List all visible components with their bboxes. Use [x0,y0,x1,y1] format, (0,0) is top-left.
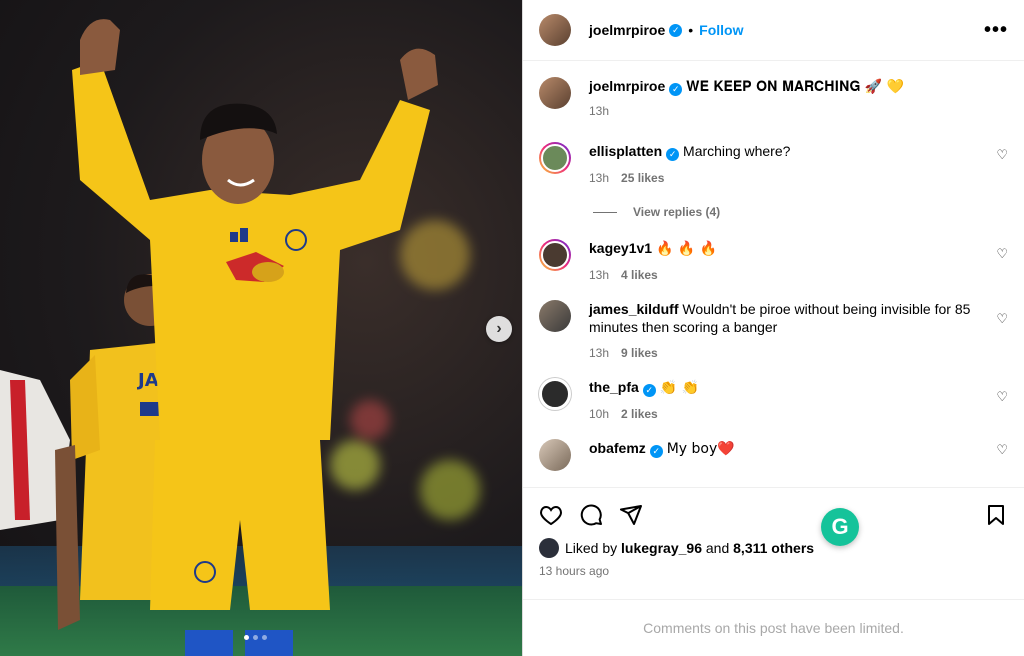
comment-bubble-icon[interactable] [579,503,603,527]
verified-badge-icon: ✓ [642,384,656,397]
comment-username[interactable]: obafemz [589,440,646,456]
comments-list[interactable]: joelmrpiroe ✓ 𝐖𝐄 𝐊𝐄𝐄𝐏 𝐎𝐍 𝐌𝐀𝐑𝐂𝐇𝐈𝐍𝐆 🚀 💛 13h… [523,61,1024,487]
carousel-dots [244,635,267,640]
like-comment-heart-icon[interactable]: ♡ [996,246,1008,262]
follow-button[interactable]: Follow [699,22,743,38]
author-username[interactable]: joelmrpiroe [589,22,665,38]
comment-text: Marching where? [683,143,791,159]
verified-badge-icon: ✓ [666,148,680,161]
liked-by-others[interactable]: 8,311 others [733,540,814,556]
comment-time: 13h [589,171,610,185]
verified-badge-icon: ✓ [669,83,683,96]
post-header: joelmrpiroe ✓ • Follow ••• [523,0,1024,61]
post-actions: Liked by lukegray_96 and 8,311 others 13… [523,487,1024,599]
comment-likes[interactable]: 9 likes [621,346,658,360]
author-avatar[interactable] [539,14,571,46]
comment-time: 13h [589,104,610,118]
grammarly-button[interactable]: G [821,508,859,546]
comment-avatar[interactable] [539,300,571,332]
more-options-icon[interactable]: ••• [984,19,1008,42]
verified-badge-icon: ✓ [649,445,663,458]
comment: the_pfa ✓ 👏 👏 10h 2 likes ♡ [539,362,1008,423]
comment-text: 🔥 🔥 🔥 [655,241,718,257]
comment-avatar[interactable] [539,77,571,109]
comment: ellisplatten ✓ Marching where? 13h 25 like… [539,120,1008,187]
bookmark-save-icon[interactable] [984,503,1008,527]
comment-likes[interactable]: 2 likes [621,407,658,421]
comment-time: 13h [589,268,610,282]
comment-likes[interactable]: 4 likes [621,268,658,282]
comment-username[interactable]: james_kilduff [589,301,678,317]
comment-likes[interactable]: 25 likes [621,171,664,185]
comment-avatar[interactable] [539,378,571,410]
comment-text: 👏 👏 [659,380,700,396]
post-side-panel: joelmrpiroe ✓ • Follow ••• joelmrpiroe ✓ … [522,0,1024,656]
post-timestamp[interactable]: 13 hours ago [539,564,1008,578]
share-send-icon[interactable] [619,503,643,527]
view-replies-button[interactable]: View replies (4) [593,205,1008,219]
chevron-right-icon: › [496,320,502,337]
like-comment-heart-icon[interactable]: ♡ [996,311,1008,327]
comment-username[interactable]: the_pfa [589,379,639,395]
post-modal: JAI › joelmrpiroe ✓ • Follow ••• joelmrp… [0,0,1024,656]
comment-avatar[interactable] [539,239,571,271]
liked-by-row: Liked by lukegray_96 and 8,311 others [539,538,1008,558]
caption: joelmrpiroe ✓ 𝐖𝐄 𝐊𝐄𝐄𝐏 𝐎𝐍 𝐌𝐀𝐑𝐂𝐇𝐈𝐍𝐆 🚀 💛 13h [539,61,1008,120]
comment: obafemz ✓ My boy❤️ ♡ [539,423,1008,471]
comment-username[interactable]: ellisplatten [589,143,662,159]
comment-time: 10h [589,407,610,421]
comment: kagey1v1 🔥 🔥 🔥 13h 4 likes ♡ [539,219,1008,284]
comment-avatar[interactable] [539,439,571,471]
comment-text: 𝐖𝐄 𝐊𝐄𝐄𝐏 𝐎𝐍 𝐌𝐀𝐑𝐂𝐇𝐈𝐍𝐆 🚀 💛 [686,79,905,95]
carousel-next-button[interactable]: › [486,316,512,342]
liked-by-user[interactable]: lukegray_96 [621,540,702,556]
carousel-dot-active [244,635,249,640]
players-illustration: JAI [0,19,438,656]
like-comment-heart-icon[interactable]: ♡ [996,442,1008,458]
like-heart-icon[interactable] [539,503,563,527]
comments-limited-notice: Comments on this post have been limited. [523,599,1024,656]
comment-avatar[interactable] [539,142,571,174]
liked-by-prefix: Liked by [565,540,618,556]
liked-by-and: and [705,540,730,556]
post-photo[interactable]: JAI › [0,0,522,656]
like-comment-heart-icon[interactable]: ♡ [996,147,1008,163]
carousel-dot [253,635,258,640]
comment: james_kilduff Wouldn't be piroe without … [539,284,1008,362]
header-separator: • [688,22,694,38]
carousel-dot [262,635,267,640]
liker-avatar[interactable] [539,538,559,558]
like-comment-heart-icon[interactable]: ♡ [996,389,1008,405]
comment-username[interactable]: kagey1v1 [589,240,652,256]
comment-text: My boy❤️ [666,441,735,457]
verified-badge-icon: ✓ [669,23,683,37]
comment-username[interactable]: joelmrpiroe [589,78,665,94]
comment-time: 13h [589,346,610,360]
grammarly-icon: G [831,514,849,539]
